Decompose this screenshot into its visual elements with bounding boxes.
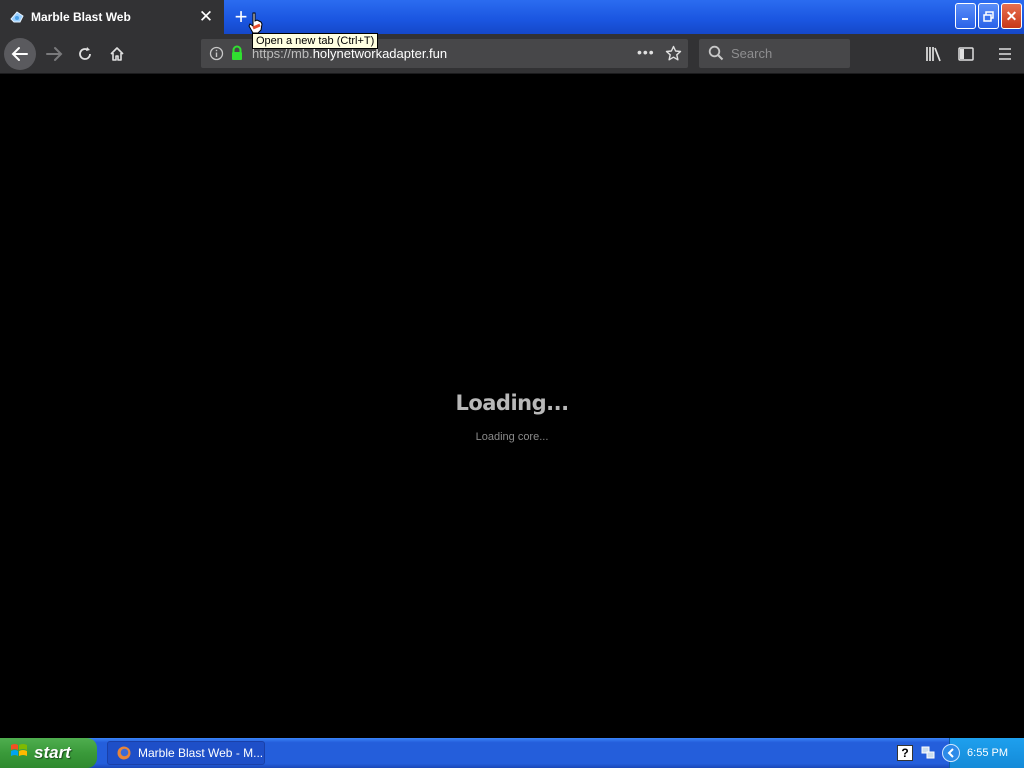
search-bar[interactable]: [699, 39, 850, 68]
navigation-toolbar: https://mb.holynetworkadapter.fun •••: [0, 34, 1024, 74]
help-tray-icon[interactable]: ?: [897, 745, 913, 761]
sidebar-toggle-button[interactable]: [950, 38, 982, 70]
secure-lock-icon[interactable]: [230, 45, 244, 66]
tab-title: Marble Blast Web: [31, 10, 131, 24]
web-page-viewport[interactable]: Loading... Loading core...: [0, 75, 1024, 738]
window-controls: ✕: [955, 3, 1022, 29]
loading-title: Loading...: [455, 391, 569, 415]
info-icon[interactable]: [209, 46, 224, 66]
back-arrow-icon: [11, 47, 28, 61]
new-tab-tooltip: Open a new tab (Ctrl+T): [252, 33, 379, 49]
browser-tab-strip: Marble Blast Web ✕ + ✕: [0, 0, 1024, 34]
taskbar-window-title: Marble Blast Web - M...: [138, 746, 264, 760]
menu-button[interactable]: [989, 38, 1021, 70]
back-button[interactable]: [4, 38, 36, 70]
home-icon: [110, 47, 124, 61]
restore-button[interactable]: [978, 3, 999, 29]
network-tray-icon[interactable]: [920, 745, 936, 761]
clock[interactable]: 6:55 PM: [967, 747, 1008, 759]
start-button[interactable]: start: [0, 738, 97, 768]
close-tab-icon[interactable]: ✕: [194, 5, 218, 29]
search-icon: [708, 45, 724, 66]
browser-tab[interactable]: Marble Blast Web ✕: [0, 0, 224, 34]
marble-blast-icon: [9, 9, 25, 25]
home-button[interactable]: [101, 38, 133, 70]
forward-arrow-icon: [46, 47, 63, 61]
show-hidden-icons-chevron-icon[interactable]: [942, 744, 960, 762]
system-tray: 6:55 PM: [942, 738, 1024, 768]
loading-status: Loading core...: [475, 431, 549, 443]
hand-cursor-icon: [248, 12, 264, 39]
firefox-icon: [116, 745, 132, 761]
start-label: start: [34, 743, 71, 762]
sidebar-icon: [958, 47, 974, 61]
reload-button[interactable]: [69, 38, 101, 70]
bookmark-star-icon[interactable]: [665, 45, 682, 67]
close-window-button[interactable]: ✕: [1001, 3, 1022, 29]
forward-button[interactable]: [38, 38, 70, 70]
taskbar: start Marble Blast Web - M... ? 6:55 PM: [0, 738, 1024, 768]
library-icon: [926, 47, 941, 62]
reload-icon: [79, 47, 91, 60]
windows-logo-icon: [10, 742, 28, 765]
minimize-button[interactable]: [955, 3, 976, 29]
page-actions-icon[interactable]: •••: [637, 44, 655, 60]
taskbar-window-button[interactable]: Marble Blast Web - M...: [107, 741, 265, 765]
hamburger-menu-icon: [999, 48, 1011, 60]
search-input[interactable]: [731, 45, 843, 62]
library-button[interactable]: [918, 38, 950, 70]
